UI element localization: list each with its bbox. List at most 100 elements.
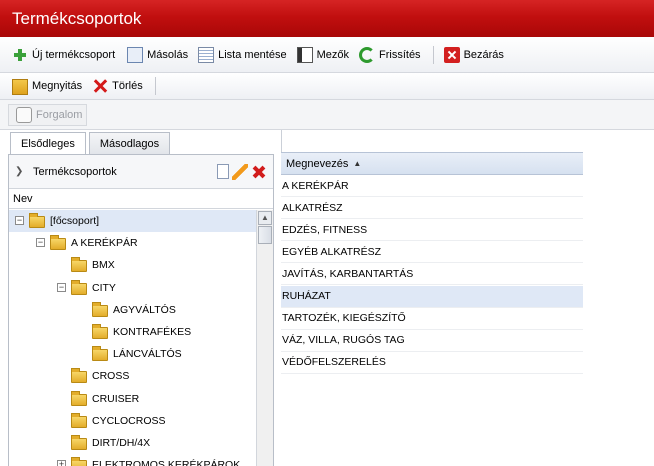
tab-secondary-label: Másodlagos [99, 137, 160, 150]
tree-item[interactable]: − [főcsoport] [9, 210, 257, 232]
fields-icon [296, 46, 313, 63]
tree-column-label: Nev [13, 192, 33, 205]
tree-item[interactable]: CRUISER [9, 388, 257, 410]
copy-icon [127, 46, 144, 63]
delete-label: Törlés [112, 80, 143, 92]
folder-icon [50, 235, 66, 251]
tree-item[interactable]: + ELEKTROMOS KERÉKPÁROK [9, 454, 257, 466]
table-cell-name: TARTOZÉK, KIEGÉSZÍTŐ [282, 312, 406, 325]
action-toolbar: Forgalom [0, 100, 654, 130]
scroll-up-arrow-icon[interactable]: ▲ [258, 211, 272, 225]
table-row[interactable]: TARTOZÉK, KIEGÉSZÍTŐ [281, 308, 583, 330]
edit-pencil-icon[interactable] [232, 164, 248, 180]
copy-button[interactable]: Másolás [121, 44, 192, 66]
table-row[interactable]: EGYÉB ALKATRÉSZ [281, 241, 583, 264]
copy-label: Másolás [147, 48, 189, 61]
tree-collapse-toggle-icon[interactable]: − [36, 238, 45, 248]
turnover-button[interactable]: Forgalom [8, 103, 88, 126]
save-list-label: Lista mentése [218, 48, 287, 61]
tree-item[interactable]: KONTRAFÉKES [9, 321, 257, 343]
tree-item-label: CROSS [92, 370, 130, 383]
tab-primary-label: Elsődleges [21, 138, 75, 150]
collapse-chevron-icon[interactable]: ❯ [15, 166, 25, 177]
tree-item[interactable]: CYCLOCROSS [9, 410, 257, 432]
tab-secondary[interactable]: Másodlagos [88, 132, 171, 154]
tree-item-label: CYCLOCROSS [92, 414, 166, 427]
product-group-grid: Megnevezés ▲ A KERÉKPÁR ALKATRÉSZ EDZÉS, F… [281, 130, 583, 466]
tree-item[interactable]: CROSS [9, 365, 257, 387]
refresh-icon [359, 46, 375, 63]
new-document-icon[interactable] [217, 164, 229, 179]
toolbar-separator [154, 77, 156, 95]
table-row[interactable]: EDZÉS, FITNESS [281, 219, 583, 242]
delete-x-icon[interactable] [251, 164, 267, 180]
folder-icon [71, 368, 87, 384]
tree-panel-actions [212, 164, 267, 180]
tab-primary[interactable]: Elsődleges [10, 132, 86, 155]
table-row[interactable]: ALKATRÉSZ [281, 197, 583, 220]
product-group-tree-panel: ❯ Termékcsoportok Nev − [főcsoport] − A KER… [8, 154, 274, 466]
folder-icon [92, 346, 108, 362]
tree-item-label: KONTRAFÉKES [113, 326, 192, 338]
tree-item-label: LÁNCVÁLTÓS [113, 348, 182, 361]
tree-item[interactable]: LÁNCVÁLTÓS [9, 343, 257, 365]
refresh-label: Frissítés [379, 48, 421, 61]
table-cell-name: JAVÍTÁS, KARBANTARTÁS [282, 267, 414, 280]
tree-scrollbar[interactable]: ▲ [256, 210, 273, 466]
close-button[interactable]: Bezárás [440, 44, 508, 66]
folder-icon [71, 435, 87, 450]
close-icon [443, 46, 460, 63]
table-row[interactable]: RUHÁZAT [281, 285, 583, 308]
folder-open-icon [12, 79, 28, 95]
table-cell-name: VÉDŐFELSZERELÉS [282, 356, 386, 369]
title-bar: Termékcsoportok [0, 0, 654, 37]
refresh-button[interactable]: Frissítés [355, 44, 425, 66]
table-cell-name: A KERÉKPÁR [282, 179, 349, 192]
open-label: Megnyitás [32, 80, 83, 92]
tree-expand-toggle-icon[interactable]: + [57, 460, 66, 466]
tree-item[interactable]: − A KERÉKPÁR [9, 232, 257, 254]
tree-item-label: AGYVÁLTÓS [113, 303, 176, 316]
new-product-group-label: Új termékcsoport [32, 48, 116, 61]
new-product-group-button[interactable]: Új termékcsoport [8, 44, 119, 66]
table-row[interactable]: VÉDŐFELSZERELÉS [281, 352, 583, 374]
grid-top-spacer [281, 130, 583, 152]
turnover-label: Forgalom [36, 108, 83, 121]
tree-item-label: ELEKTROMOS KERÉKPÁROK [92, 459, 241, 466]
tree-item-label: A KERÉKPÁR [71, 237, 138, 250]
tree-collapse-toggle-icon[interactable]: − [57, 282, 66, 292]
tree-item[interactable]: AGYVÁLTÓS [9, 299, 257, 321]
tree-item-label: BMX [92, 259, 115, 272]
tree-item-label: [főcsoport] [50, 215, 100, 227]
scrollbar-thumb[interactable] [258, 226, 272, 244]
secondary-toolbar: Megnyitás Törlés [0, 73, 654, 100]
delete-button[interactable]: Törlés [88, 75, 147, 97]
fields-button[interactable]: Mezők [293, 44, 353, 66]
tree-item-label: DIRT/DH/4X [92, 437, 151, 449]
open-button[interactable]: Megnyitás [8, 75, 86, 97]
toolbar-separator [432, 45, 434, 64]
save-list-button[interactable]: Lista mentése [194, 44, 290, 66]
table-row[interactable]: A KERÉKPÁR [281, 175, 583, 197]
table-row[interactable]: JAVÍTÁS, KARBANTARTÁS [281, 263, 583, 286]
hand-icon [16, 106, 32, 123]
tree-item[interactable]: DIRT/DH/4X [9, 432, 257, 454]
tree-collapse-toggle-icon[interactable]: − [15, 216, 24, 225]
table-row[interactable]: VÁZ, VILLA, RUGÓS TAG [281, 330, 583, 352]
table-cell-name: EGYÉB ALKATRÉSZ [282, 245, 382, 258]
table-cell-name: VÁZ, VILLA, RUGÓS TAG [282, 334, 405, 347]
tree-item[interactable]: BMX [9, 254, 257, 276]
tree-item[interactable]: − CITY [9, 277, 257, 299]
folder-icon [29, 213, 45, 228]
tree-panel-title: Termékcsoportok [33, 165, 117, 178]
folder-icon [92, 301, 108, 317]
grid-column-header-name[interactable]: Megnevezés ▲ [281, 152, 583, 175]
folder-icon [71, 257, 87, 273]
table-cell-name: ALKATRÉSZ [282, 201, 343, 214]
tree-column-header[interactable]: Nev [9, 189, 273, 209]
folder-icon [71, 412, 87, 428]
table-cell-name: RUHÁZAT [282, 290, 331, 302]
tree-item-label: CITY [92, 281, 116, 294]
product-group-tree: − [főcsoport] − A KERÉKPÁR BMX − CITY AGYVÁLTÓS… [9, 210, 257, 466]
list-icon [198, 46, 215, 63]
